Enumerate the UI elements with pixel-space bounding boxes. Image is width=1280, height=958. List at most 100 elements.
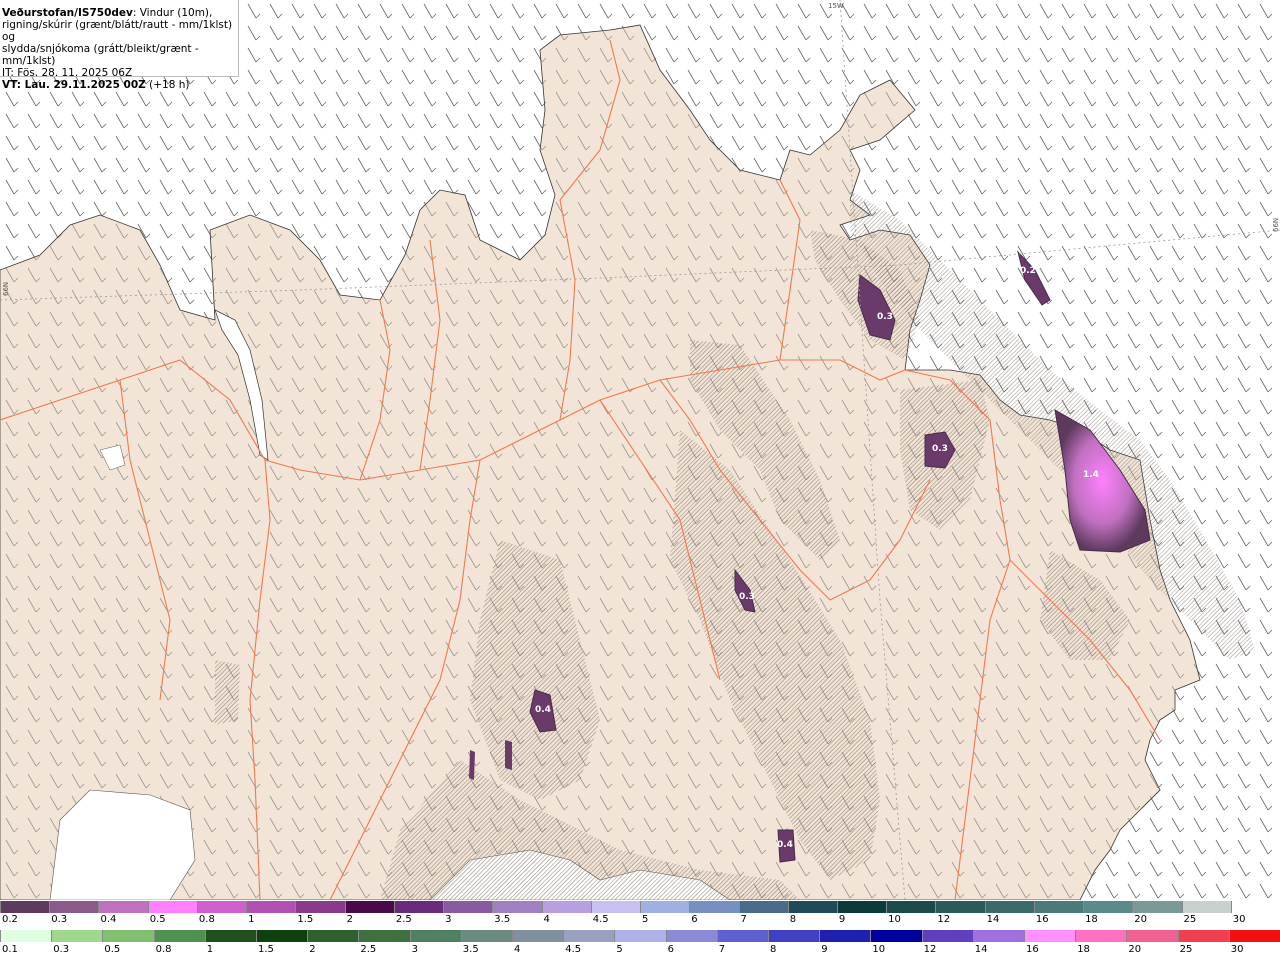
legend-snow-label: 18	[1085, 914, 1098, 925]
legend-snow-swatch	[492, 901, 542, 913]
legend-snow-label: 20	[1134, 914, 1148, 925]
legend-snow-label: 0.2	[2, 914, 18, 925]
legend-snow-swatch	[935, 901, 985, 913]
legend-snow-swatch	[1033, 901, 1084, 913]
contour-label: 0.4	[535, 705, 551, 715]
legend-rain-swatch	[409, 930, 461, 942]
contour-label: 0.3	[877, 312, 893, 322]
lon-label-15w: 15W	[828, 2, 844, 10]
legend-rain-swatch	[51, 930, 103, 942]
legend-snow-label: 8	[789, 914, 797, 925]
legend-snow-swatch	[147, 901, 197, 913]
legend-snow-label: 1	[248, 914, 255, 925]
title-rest: : Vindur (10m),	[132, 7, 213, 19]
legend-rain-swatch	[870, 930, 922, 942]
legend-rain-label: 3.5	[462, 944, 479, 955]
legend-snow-swatch	[689, 901, 739, 913]
info-box: Veðurstofan/IS750dev: Vindur (10m), rign…	[0, 0, 239, 91]
contour-label: 0.3	[932, 444, 948, 454]
legend-rain-label: 7	[718, 944, 726, 955]
legend-rain-swatch	[256, 930, 308, 942]
legend-rain-swatch	[1024, 930, 1076, 942]
legend-snow-label: 9	[838, 914, 846, 925]
legend-rain-swatch	[972, 930, 1025, 942]
legend-snow-swatch	[1083, 901, 1133, 913]
legend-rain-labels: 0.1 0.3 0.5 0.8 1 1.5 2 2.5 3 3.5 4 4.5 5 6 7 8 9 10 12 14 1…	[0, 944, 1280, 956]
legend-snow-label: 2.5	[395, 914, 412, 925]
legend-rain-label: 2.5	[360, 944, 377, 955]
legend-snow-label: 30	[1232, 914, 1246, 925]
legend-rain-label: 3	[411, 944, 418, 955]
legend-snow-swatch	[1181, 901, 1231, 913]
legend-rain-label: 30	[1230, 944, 1244, 955]
legend-snow-label: 12	[937, 914, 951, 925]
legend-rain-swatch	[921, 930, 973, 942]
info-line2: rigning/skúrir (grænt/blátt/rautt - mm/1…	[2, 19, 233, 43]
legend-snow-swatch	[49, 901, 99, 913]
legend-rain-label: 14	[974, 944, 988, 955]
contour-label: 1.4	[1083, 470, 1099, 480]
legend-rain-swatch	[614, 930, 666, 942]
legend-snow-labels: 0.2 0.3 0.4 0.5 0.8 1 1.5 2 2.5 3 3.5 4 4.5 5 6 7 8 9 10 12…	[0, 914, 1280, 926]
legend-rain-label: 16	[1026, 944, 1039, 955]
legend-snow-label: 16	[1035, 914, 1049, 925]
legend-rain-swatch	[1126, 930, 1178, 942]
legend-rain-swatch	[768, 930, 820, 942]
legend-snow-label: 2	[346, 914, 353, 925]
legend-rain-swatch	[153, 930, 205, 942]
legend-rain-label: 5	[616, 944, 623, 955]
legend-snow-swatch	[295, 901, 345, 913]
legend-snow-swatch	[640, 901, 690, 913]
legend-snow-label: 1.5	[297, 914, 314, 925]
legend-snow-label: 3.5	[494, 914, 511, 925]
legend-snow-swatch	[1230, 901, 1280, 913]
legend-rain-label: 1	[206, 944, 214, 955]
legend-snow-colorbar	[0, 901, 1280, 913]
legend-snow-label: 0.3	[51, 914, 68, 925]
legend-rain-swatch	[716, 930, 769, 942]
legend-snow-swatch	[0, 901, 50, 913]
legend-rain-swatch	[307, 930, 359, 942]
legend-snow-label: 25	[1183, 914, 1197, 925]
legend-rain-label: 4	[514, 944, 521, 955]
legend-snow-swatch	[738, 901, 788, 913]
lat-label-left: 66N	[2, 281, 10, 296]
legend-snow-swatch	[541, 901, 591, 913]
legend-snow-swatch	[886, 901, 936, 913]
legend-snow-label: 0.4	[100, 914, 117, 925]
legend-snow-swatch	[787, 901, 837, 913]
legend-snow-label: 4.5	[592, 914, 609, 925]
legend-snow-label: 4	[543, 914, 550, 925]
legend-rain-label: 4.5	[565, 944, 582, 955]
info-line3: slydda/snjókoma (grátt/bleikt/grænt - mm…	[2, 43, 199, 67]
legend-snow-label: 0.8	[198, 914, 215, 925]
contour-label: 0.2	[1020, 266, 1036, 276]
legend-snow-swatch	[98, 901, 148, 913]
legend-snow-label: 7	[740, 914, 747, 925]
legend-snow-swatch	[984, 901, 1034, 913]
legend-rain-label: 25	[1179, 944, 1193, 955]
legend-rain-swatch	[204, 930, 257, 942]
vt-bold: VT: Lau. 29.11.2025 00Z	[2, 79, 146, 91]
legend-rain-swatch	[563, 930, 615, 942]
legend-rain-label: 2	[309, 944, 316, 955]
lat-label-right: 66N	[1272, 217, 1280, 232]
legend-rain-label: 20	[1128, 944, 1142, 955]
legend-snow-label: 3	[445, 914, 452, 925]
vt-rest: (+18 h)	[145, 79, 190, 91]
legend-rain-label: 0.1	[2, 944, 18, 955]
legend-snow-swatch	[246, 901, 296, 913]
legend-rain-swatch	[0, 930, 52, 942]
map-canvas	[0, 0, 1280, 900]
legend-rain-swatch	[358, 930, 410, 942]
legend-snow-swatch	[1132, 901, 1182, 913]
legend-rain-swatch	[819, 930, 871, 942]
legend-snow-swatch	[836, 901, 887, 913]
legend-rain-label: 0.3	[53, 944, 70, 955]
contour-label: 0.3	[739, 592, 755, 602]
legend-rain-swatch	[665, 930, 717, 942]
legend-snow-label: 5	[642, 914, 649, 925]
legend-snow-label: 10	[888, 914, 901, 925]
legend-rain-label: 9	[821, 944, 828, 955]
legend-rain-label: 0.5	[104, 944, 121, 955]
